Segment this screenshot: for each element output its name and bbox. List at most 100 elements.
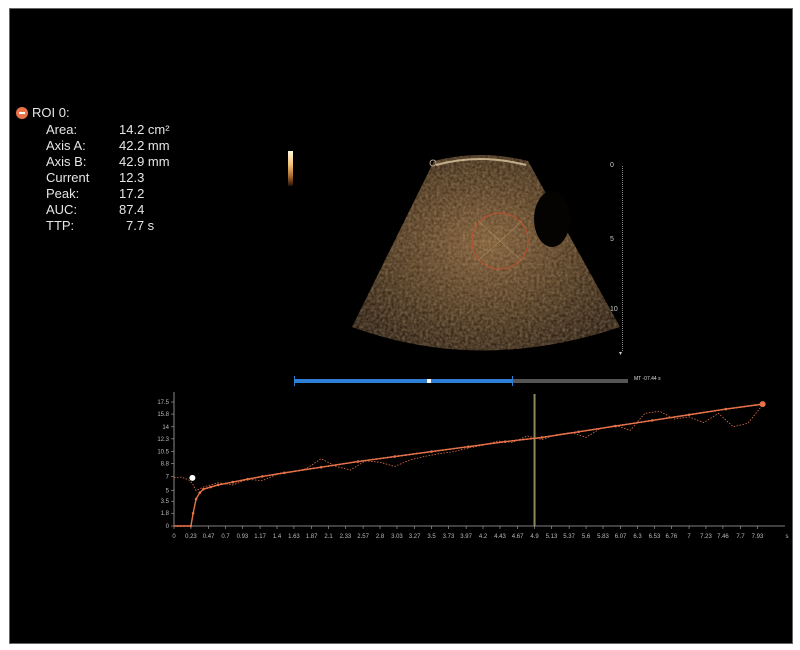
fit-sample-point bbox=[669, 416, 672, 419]
fit-sample-point bbox=[379, 457, 381, 460]
fit-sample-point bbox=[386, 456, 389, 459]
fit-sample-point bbox=[368, 459, 370, 461]
fit-sample-point bbox=[713, 409, 716, 412]
fit-sample-point bbox=[758, 403, 760, 406]
fit-sample-point bbox=[518, 439, 521, 441]
fit-sample-point bbox=[684, 414, 687, 417]
fit-sample-point bbox=[342, 462, 345, 465]
x-tick-label: 7.23 bbox=[700, 534, 712, 540]
fit-sample-point bbox=[397, 455, 400, 457]
fit-sample-point bbox=[640, 421, 643, 424]
fit-point bbox=[614, 424, 617, 428]
fit-point bbox=[503, 440, 507, 443]
fit-sample-point bbox=[265, 474, 267, 477]
x-tick-label: 7 bbox=[687, 534, 691, 540]
fit-sample-point bbox=[574, 431, 576, 434]
fit-sample-point bbox=[655, 418, 657, 421]
fit-sample-point bbox=[268, 474, 271, 477]
fit-point bbox=[194, 497, 198, 501]
x-tick-label: 6.76 bbox=[666, 534, 678, 540]
start-marker bbox=[189, 474, 196, 481]
fit-sample-point bbox=[294, 470, 297, 473]
fit-sample-point bbox=[290, 470, 293, 473]
x-tick-label: 3.5 bbox=[427, 534, 436, 540]
x-tick-label: 0.47 bbox=[203, 534, 215, 540]
x-tick-label: 2.33 bbox=[340, 534, 352, 540]
fit-sample-point bbox=[360, 460, 363, 462]
fit-sample-point bbox=[239, 479, 242, 482]
x-tick-label: 1.63 bbox=[288, 534, 300, 540]
fit-sample-point bbox=[566, 432, 569, 435]
fit-sample-point bbox=[496, 441, 499, 444]
fit-sample-point bbox=[493, 442, 495, 445]
fit-sample-point bbox=[629, 422, 632, 425]
fit-sample-point bbox=[235, 480, 238, 483]
fit-point bbox=[198, 491, 202, 494]
x-tick-label: 7.93 bbox=[752, 534, 764, 540]
tic-chart[interactable]: 0 0.23 0.47 0.7 0.93 1.17 1.4 1.63 1.87 2.1 2.33 2.… bbox=[10, 9, 792, 643]
fit-sample-point bbox=[570, 431, 573, 434]
fit-sample-point bbox=[478, 444, 481, 447]
fit-sample-point bbox=[471, 445, 473, 448]
fit-sample-point bbox=[334, 464, 337, 466]
fit-sample-point bbox=[287, 471, 289, 474]
x-tick-label: 1.4 bbox=[273, 534, 282, 540]
end-marker bbox=[759, 401, 766, 408]
fit-sample-point bbox=[625, 423, 628, 426]
x-tick-label: 3.27 bbox=[409, 534, 421, 540]
fit-sample-point bbox=[636, 421, 639, 424]
fit-sample-point bbox=[254, 476, 256, 479]
x-tick-label: 4.9 bbox=[530, 534, 539, 540]
fit-point bbox=[356, 460, 360, 463]
fit-sample-point bbox=[581, 430, 584, 433]
fit-sample-point bbox=[592, 428, 595, 431]
x-tick-label: 0 bbox=[172, 534, 176, 540]
fit-sample-point bbox=[456, 447, 459, 450]
y-tick-label: 5 bbox=[166, 489, 170, 495]
fit-sample-point bbox=[485, 443, 488, 446]
fit-point bbox=[540, 436, 544, 439]
fit-sample-point bbox=[555, 434, 558, 437]
fit-point bbox=[216, 483, 220, 487]
fit-sample-point bbox=[507, 440, 510, 443]
fit-sample-point bbox=[272, 473, 275, 476]
fit-sample-point bbox=[607, 426, 610, 429]
fit-sample-point bbox=[563, 433, 565, 435]
fit-sample-point bbox=[452, 447, 455, 450]
fit-sample-point bbox=[699, 412, 701, 414]
fit-sample-point bbox=[666, 417, 668, 420]
fit-point bbox=[260, 475, 264, 478]
fit-point bbox=[724, 407, 728, 411]
fit-sample-point bbox=[312, 467, 315, 470]
x-tick-label: 7.7 bbox=[736, 534, 745, 540]
fit-sample-point bbox=[662, 417, 665, 420]
fit-sample-point bbox=[183, 525, 186, 527]
fit-point bbox=[650, 419, 654, 422]
fit-sample-point bbox=[401, 454, 403, 457]
fit-sample-point bbox=[702, 411, 705, 414]
fit-sample-point bbox=[213, 485, 216, 487]
fit-point bbox=[209, 485, 213, 489]
y-tick-label: 12.3 bbox=[157, 437, 169, 443]
fit-sample-point bbox=[754, 404, 757, 407]
x-tick-label: 0.93 bbox=[237, 534, 249, 540]
fit-sample-point bbox=[658, 418, 661, 421]
fit-sample-point bbox=[301, 469, 304, 471]
fit-sample-point bbox=[603, 426, 606, 429]
x-tick-label: 6.3 bbox=[633, 534, 642, 540]
x-tick-label: 4.2 bbox=[479, 534, 488, 540]
fit-sample-point bbox=[463, 446, 466, 449]
fit-sample-point bbox=[489, 442, 492, 445]
fit-point bbox=[393, 455, 397, 458]
fit-sample-point bbox=[537, 436, 540, 439]
fit-sample-point bbox=[677, 415, 679, 418]
fit-sample-point bbox=[371, 458, 374, 461]
fit-sample-point bbox=[500, 441, 503, 444]
fit-point bbox=[467, 445, 470, 448]
fit-sample-point bbox=[426, 451, 429, 453]
fit-sample-point bbox=[728, 407, 731, 410]
fit-sample-point bbox=[621, 424, 624, 426]
fit-sample-point bbox=[349, 461, 352, 464]
fit-sample-point bbox=[695, 412, 698, 415]
y-tick-label: 10.5 bbox=[157, 450, 169, 456]
